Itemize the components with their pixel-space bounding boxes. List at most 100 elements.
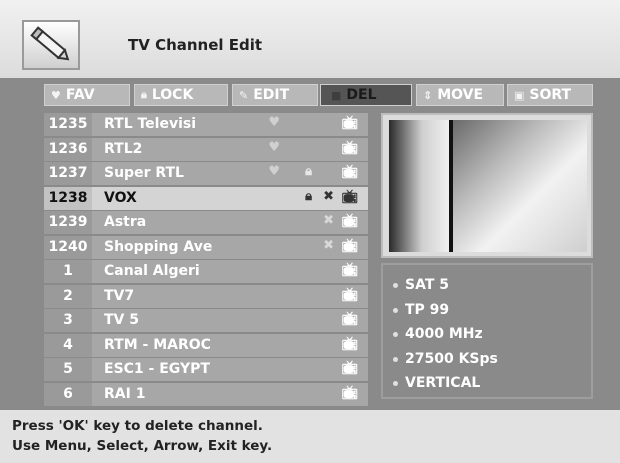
skip-icon: ✖ [323,237,334,253]
info-transponder-text: TP 99 [405,301,450,318]
info-frequency-text: 4000 MHz [405,326,483,342]
move-button[interactable]: ⇕ MOVE [416,84,504,106]
page-title: TV Channel Edit [128,36,263,54]
bullet-icon [393,356,398,362]
channel-row[interactable]: 2 TV7 📺︎ [44,284,368,308]
channel-name: RTM - MAROC [104,336,211,353]
tv-icon: 📺︎ [341,189,358,205]
bullet-icon [393,381,398,386]
lock-icon: 🔒︎ [305,188,312,204]
skip-icon: ✖ [323,188,334,204]
edit-label: EDIT [253,87,290,103]
bullet-icon [393,283,398,288]
info-list: SAT 5 TP 99 4000 MHz 27500 KSps VERTICAL [383,265,591,396]
help-bar: Press 'OK' key to delete channel. Use Me… [0,410,620,463]
preview-image-left [389,120,449,252]
tv-icon: 📺︎ [341,116,358,131]
info-symbol-rate-text: 27500 KSps [405,350,498,367]
video-preview-frame [381,113,593,258]
video-preview [389,120,587,252]
lock-label: LOCK [151,87,194,103]
help-line-1: Press 'OK' key to delete channel. [12,418,263,434]
sort-label: SORT [529,87,572,103]
skip-icon: ✖ [323,213,334,228]
channel-name: RAI 1 [104,385,146,402]
info-symbol-rate: 27500 KSps [383,347,591,372]
lock-icon: 🔒︎ [141,88,147,101]
channel-number: 1238 [44,186,92,210]
fav-button[interactable]: ♥ FAV [44,84,130,106]
delete-icon: ■ [331,88,342,102]
channel-row[interactable]: 1 Canal Algeri 📺︎ [44,260,368,283]
tv-icon: 📺︎ [341,238,358,254]
channel-name: TV 5 [104,312,139,328]
sort-button[interactable]: ▣ SORT [507,84,593,106]
help-line-2: Use Menu, Select, Arrow, Exit key. [12,438,273,454]
info-satellite-text: SAT 5 [405,277,449,293]
tv-channel-edit-screen: TV Channel Edit ♥ FAV 🔒︎ LOCK ✎ EDIT ■ D… [0,0,620,463]
info-transponder: TP 99 [383,298,591,323]
channel-name: ESC1 - EGYPT [104,361,210,377]
channel-info-panel: SAT 5 TP 99 4000 MHz 27500 KSps VERTICAL [381,263,593,399]
heart-icon: ♥ [51,88,61,102]
tv-icon: 📺︎ [341,336,358,352]
del-button[interactable]: ■ DEL [320,84,412,106]
info-frequency: 4000 MHz [383,322,591,347]
channel-number: 6 [44,382,92,406]
pencil-icon [22,20,80,70]
channel-row[interactable]: 1235 RTL Televisi ♥ 📺︎ [44,113,368,136]
channel-list: 1235 RTL Televisi ♥ 📺︎ 1236 RTL2 ♥ 📺︎ 12… [44,113,368,407]
lock-icon: 🔒︎ [305,164,312,179]
tv-icon: 📺︎ [341,312,358,327]
channel-row[interactable]: 1240 Shopping Ave ✖ 📺︎ [44,235,368,259]
channel-name: RTL2 [104,140,143,157]
preview-image-right [453,120,587,252]
channel-number: 1240 [44,235,92,259]
channel-row[interactable]: 6 RAI 1 📺︎ [44,382,368,406]
info-satellite: SAT 5 [383,273,591,298]
fav-label: FAV [65,87,95,103]
info-polarization-text: VERTICAL [405,375,481,391]
move-label: MOVE [437,87,484,103]
favorite-icon: ♥ [268,115,280,130]
tv-icon: 📺︎ [341,214,358,229]
del-label: DEL [346,87,377,103]
edit-icon: ✎ [239,88,249,102]
channel-name: Shopping Ave [104,238,213,255]
tv-icon: 📺︎ [341,385,358,401]
channel-number: 1235 [44,113,92,136]
tv-icon: 📺︎ [341,165,358,180]
title-bar: TV Channel Edit [0,0,620,78]
sort-icon: ▣ [514,88,525,102]
channel-number: 1239 [44,211,92,234]
channel-number: 2 [44,284,92,308]
channel-row[interactable]: 1237 Super RTL ♥ 🔒︎ 📺︎ [44,162,368,185]
channel-number: 3 [44,309,92,332]
channel-row[interactable]: 1236 RTL2 ♥ 📺︎ [44,137,368,161]
channel-number: 5 [44,358,92,381]
move-icon: ⇕ [423,88,433,102]
channel-name: TV7 [104,287,135,304]
bullet-icon [393,307,398,313]
channel-number: 1 [44,260,92,283]
favorite-icon: ♥ [268,164,280,179]
tv-icon: 📺︎ [341,140,358,156]
channel-row[interactable]: 5 ESC1 - EGYPT 📺︎ [44,358,368,381]
channel-number: 4 [44,333,92,357]
tv-icon: 📺︎ [341,361,358,376]
channel-name: Canal Algeri [104,263,200,279]
channel-number: 1236 [44,137,92,161]
channel-name: VOX [104,189,137,206]
channel-number: 1237 [44,162,92,185]
tv-icon: 📺︎ [341,287,358,303]
channel-row[interactable]: 1239 Astra ✖ 📺︎ [44,211,368,234]
favorite-icon: ♥ [268,139,280,155]
edit-button[interactable]: ✎ EDIT [232,84,318,106]
lock-button[interactable]: 🔒︎ LOCK [134,84,228,106]
channel-row-selected[interactable]: 1238 VOX 🔒︎ ✖ 📺︎ [44,186,368,210]
channel-name: RTL Televisi [104,116,197,132]
channel-row[interactable]: 3 TV 5 📺︎ [44,309,368,332]
bullet-icon [393,332,398,337]
channel-name: Astra [104,214,147,230]
channel-row[interactable]: 4 RTM - MAROC 📺︎ [44,333,368,357]
